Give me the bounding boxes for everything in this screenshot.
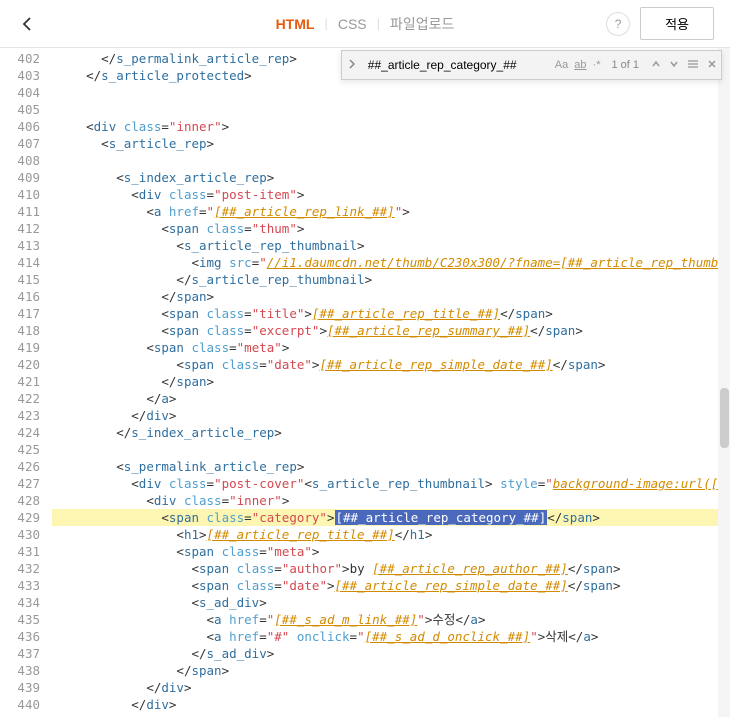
line-gutter: 4024034044054064074084094104114124134144… (0, 48, 52, 717)
tab-file-upload[interactable]: 파일업로드 (380, 14, 464, 34)
find-regex[interactable]: ·* (590, 59, 604, 71)
editor-header: HTML | CSS | 파일업로드 ? 적용 (0, 0, 730, 48)
find-whole-word[interactable]: ab (571, 59, 589, 71)
tab-html[interactable]: HTML (266, 16, 325, 32)
arrow-left-icon (19, 15, 37, 33)
close-icon (707, 59, 717, 69)
find-selection[interactable] (683, 58, 703, 72)
find-regex-label: * (596, 59, 600, 71)
code-editor[interactable]: 4024034044054064074084094104114124134144… (0, 48, 730, 717)
header-actions: ? 적용 (606, 7, 714, 40)
list-icon (687, 59, 699, 69)
apply-button[interactable]: 적용 (640, 7, 714, 40)
find-bar: Aa ab ·* 1 of 1 (341, 50, 722, 80)
chevron-right-icon (348, 59, 356, 69)
tab-css[interactable]: CSS (328, 16, 377, 32)
back-button[interactable] (16, 12, 40, 36)
editor-tabs: HTML | CSS | 파일업로드 (266, 14, 465, 34)
arrow-up-icon (651, 59, 661, 69)
vertical-scrollbar[interactable] (718, 48, 730, 717)
find-case-sensitive[interactable]: Aa (552, 59, 571, 71)
find-toggle[interactable] (342, 58, 362, 72)
code-area[interactable]: </s_permalink_article_rep> </s_article_p… (52, 48, 730, 717)
find-next[interactable] (665, 58, 683, 72)
arrow-down-icon (669, 59, 679, 69)
find-input[interactable] (362, 54, 552, 76)
scroll-thumb[interactable] (720, 388, 729, 448)
help-button[interactable]: ? (606, 12, 630, 36)
find-result-count: 1 of 1 (603, 59, 647, 71)
find-whole-word-label: ab (574, 59, 586, 71)
find-close[interactable] (703, 58, 721, 72)
find-prev[interactable] (647, 58, 665, 72)
